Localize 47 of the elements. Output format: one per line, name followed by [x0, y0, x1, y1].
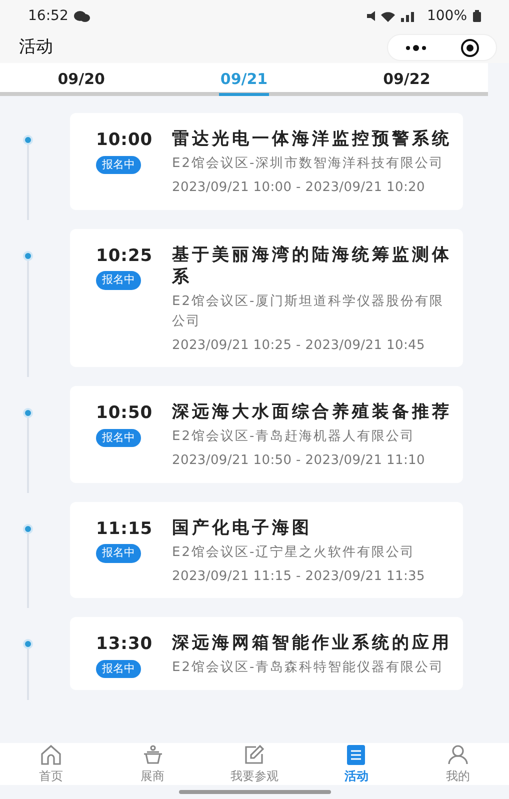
date-tab[interactable]: 09/20	[0, 63, 163, 92]
event-title: 深远海大水面综合养殖装备推荐	[172, 401, 453, 423]
event-card[interactable]: 13:30 报名中 深远海网箱智能作业系统的应用 E2馆会议区-青岛森科特智能仪器有限公司	[70, 617, 463, 690]
nav-tab[interactable]: 展商	[102, 743, 204, 785]
nav-tab[interactable]: 首页	[0, 743, 102, 785]
event-venue: E2馆会议区-青岛赶海机器人有限公司	[172, 428, 416, 446]
battery-icon	[473, 10, 481, 22]
event-title: 基于美丽海湾的陆海统筹监测体系	[172, 244, 453, 288]
status-badge: 报名中	[96, 660, 141, 678]
status-badge: 报名中	[96, 544, 141, 562]
event-venue: E2馆会议区-青岛森科特智能仪器有限公司	[172, 659, 446, 677]
event-time: 13:30	[96, 633, 153, 656]
event-time-range: 2023/09/21 10:00 - 2023/09/21 10:20	[172, 179, 426, 197]
edit-icon	[242, 743, 266, 767]
event-time-range: 2023/09/21 11:15 - 2023/09/21 11:35	[172, 568, 426, 586]
event-title: 国产化电子海图	[172, 516, 313, 538]
event-title: 雷达光电一体海洋监控预警系统	[172, 128, 453, 150]
date-tab[interactable]: 09/22	[325, 63, 488, 92]
tab-underline	[219, 93, 269, 96]
event-time: 11:15	[96, 518, 153, 540]
user-icon	[446, 743, 470, 767]
chat-icon	[74, 10, 90, 22]
nav-tab[interactable]: 我的	[407, 743, 509, 785]
event-time-range: 2023/09/21 10:25 - 2023/09/21 10:45	[172, 336, 426, 354]
status-badge: 报名中	[96, 428, 141, 447]
status-badge: 报名中	[96, 271, 141, 290]
page-title: 活动	[19, 36, 53, 59]
battery-level: 100%	[426, 6, 467, 26]
event-time-range: 2023/09/21 10:50 - 2023/09/21 11:10	[172, 452, 426, 470]
nav-tab[interactable]: 活动	[305, 743, 408, 785]
event-venue: E2馆会议区-深圳市数智海洋科技有限公司	[172, 155, 446, 173]
event-title: 深远海网箱智能作业系统的应用	[172, 632, 453, 654]
event-time: 10:00	[96, 129, 153, 152]
event-time: 10:25	[96, 244, 153, 268]
event-venue: E2馆会议区-辽宁星之火软件有限公司	[172, 544, 416, 562]
nav-tab[interactable]: 我要参观	[204, 743, 306, 785]
event-card[interactable]: 10:50 报名中 深远海大水面综合养殖装备推荐 E2馆会议区-青岛赶海机器人有限公司 2023/09/21 10:50 - 2023/09/21 11:10	[70, 386, 463, 482]
status-time: 16:52	[28, 6, 68, 26]
home-icon	[38, 743, 63, 767]
event-card[interactable]: 10:00 报名中 雷达光电一体海洋监控预警系统 E2馆会议区-深圳市数智海洋科技有限公司 2023/09/21 10:00 - 2023/09/21 10:20	[70, 113, 463, 210]
more-icon[interactable]	[404, 44, 426, 50]
capsule-menu[interactable]	[387, 34, 497, 61]
status-badge: 报名中	[96, 156, 141, 174]
event-time: 10:50	[96, 402, 153, 425]
event-card[interactable]: 11:15 报名中 国产化电子海图 E2馆会议区-辽宁星之火软件有限公司 2023/09/21 11:15 - 2023/09/21 11:35	[70, 502, 463, 598]
event-venue: E2馆会议区-厦门斯坦道科学仪器股份有限公司	[172, 292, 446, 330]
event-card[interactable]: 10:25 报名中 基于美丽海湾的陆海统筹监测体系 E2馆会议区-厦门斯坦道科学仪器股份有限公司 2023/09/21 10:25 - 2023/09/21 10:45	[70, 228, 463, 367]
